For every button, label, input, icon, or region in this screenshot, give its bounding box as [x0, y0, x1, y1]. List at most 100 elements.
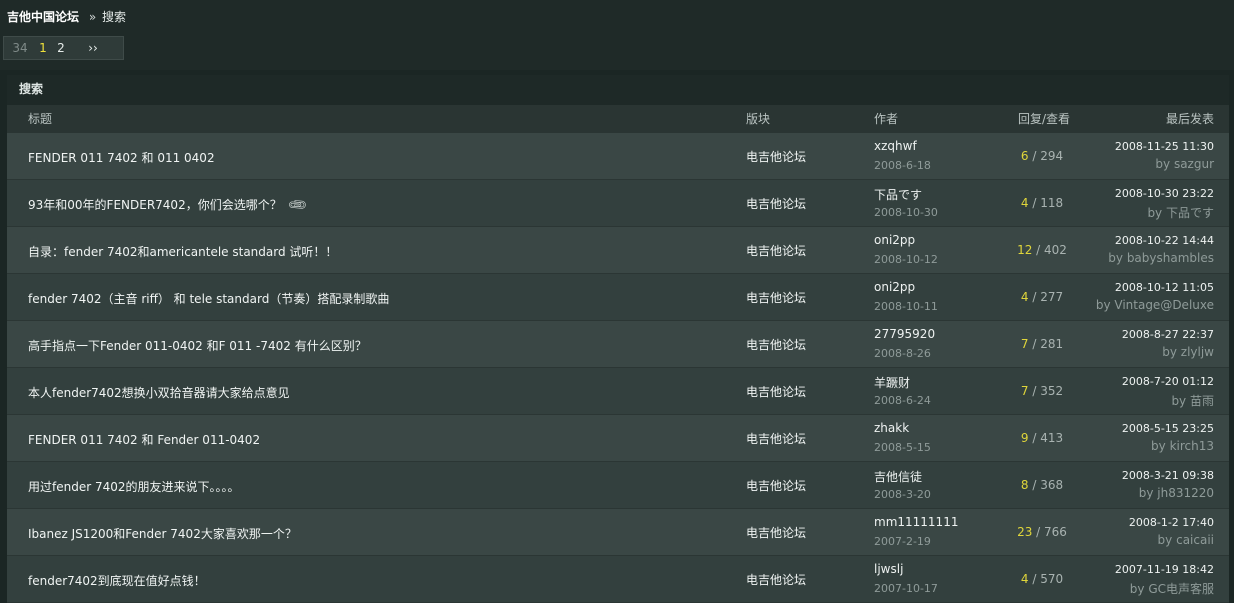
author-link[interactable]: oni2pp	[874, 280, 915, 294]
last-post-by: by sazgur	[1115, 157, 1214, 171]
forum-link[interactable]: 电吉他论坛	[746, 477, 806, 494]
last-post-time[interactable]: 2008-5-15 23:25	[1122, 422, 1214, 435]
last-poster-link[interactable]: GC电声客服	[1148, 582, 1214, 596]
last-post-time[interactable]: 2008-11-25 11:30	[1115, 140, 1214, 153]
last-post-cell: 2008-3-21 09:38 by jh831220	[1122, 469, 1214, 500]
thread-title-cell: Ibanez JS1200和Fender 7402大家喜欢那一个？	[28, 525, 297, 542]
col-stats-header: 回复/查看	[1018, 112, 1071, 126]
by-prefix: by	[1108, 251, 1127, 265]
post-date: 2008-5-15	[874, 441, 931, 454]
author-link[interactable]: 羊蹶财	[874, 374, 910, 391]
last-poster-link[interactable]: kirch13	[1170, 439, 1214, 453]
reply-count: 12	[1017, 243, 1033, 257]
forum-link[interactable]: 电吉他论坛	[746, 524, 806, 541]
thread-title-link[interactable]: fender 7402（主音 riff） 和 tele standard（节奏）…	[28, 292, 389, 306]
last-poster-link[interactable]: babyshambles	[1127, 251, 1214, 265]
last-post-by: by GC电声客服	[1115, 580, 1214, 597]
last-post-time[interactable]: 2008-10-12 11:05	[1096, 281, 1214, 294]
author-link[interactable]: 吉他信徒	[874, 468, 922, 485]
thread-title-link[interactable]: FENDER 011 7402 和 011 0402	[28, 151, 215, 165]
by-prefix: by	[1095, 298, 1115, 312]
thread-title-link[interactable]: 自录：fender 7402和americantele standard 试听！…	[28, 245, 337, 259]
table-header: 标题 版块 作者 回复/查看 最后发表	[7, 105, 1229, 133]
reply-count: 4	[1020, 196, 1029, 210]
view-count: 402	[1044, 243, 1067, 257]
reply-count: 8	[1020, 478, 1029, 492]
reply-view-stats: 4 / 277	[1007, 290, 1077, 304]
forum-link[interactable]: 电吉他论坛	[746, 336, 806, 353]
thread-title-link[interactable]: 高手指点一下Fender 011-0402 和F 011 -7402 有什么区别…	[28, 339, 367, 353]
next-page-button[interactable]: ››	[72, 41, 114, 55]
last-post-by: by babyshambles	[1108, 251, 1214, 265]
post-date: 2008-3-20	[874, 488, 931, 501]
author-link[interactable]: mm11111111	[874, 515, 958, 529]
forum-link[interactable]: 电吉他论坛	[746, 289, 806, 306]
table-row: fender 7402（主音 riff） 和 tele standard（节奏）…	[7, 274, 1229, 321]
author-link[interactable]: 下品です	[874, 186, 922, 203]
post-date: 2008-10-12	[874, 253, 938, 266]
last-poster-link[interactable]: Vintage@Deluxe	[1114, 298, 1214, 312]
last-post-time[interactable]: 2007-11-19 18:42	[1115, 563, 1214, 576]
last-post-cell: 2008-1-2 17:40 by caicaii	[1129, 516, 1214, 547]
by-prefix: by	[1171, 394, 1190, 408]
author-link[interactable]: 27795920	[874, 327, 935, 341]
last-post-time[interactable]: 2008-1-2 17:40	[1129, 516, 1214, 529]
thread-title-link[interactable]: FENDER 011 7402 和 Fender 011-0402	[28, 433, 260, 447]
forum-link[interactable]: 电吉他论坛	[746, 430, 806, 447]
table-row: Ibanez JS1200和Fender 7402大家喜欢那一个？ 电吉他论坛 mm…	[7, 509, 1229, 556]
reply-count: 4	[1020, 572, 1029, 586]
last-post-by: by Vintage@Deluxe	[1096, 298, 1214, 312]
forum-link[interactable]: 电吉他论坛	[746, 195, 806, 212]
author-link[interactable]: zhakk	[874, 421, 909, 435]
forum-link[interactable]: 电吉他论坛	[746, 383, 806, 400]
last-post-time[interactable]: 2008-3-21 09:38	[1122, 469, 1214, 482]
stats-separator: /	[1028, 149, 1041, 163]
thread-title-link[interactable]: 本人fender7402想换小双拾音器请大家给点意见	[28, 386, 290, 400]
last-poster-link[interactable]: 下品です	[1166, 206, 1214, 220]
last-post-cell: 2008-10-22 14:44 by babyshambles	[1108, 234, 1214, 265]
reply-view-stats: 6 / 294	[1007, 149, 1077, 163]
last-poster-link[interactable]: sazgur	[1174, 157, 1214, 171]
table-row: FENDER 011 7402 和 011 0402 电吉他论坛 xzqhwf 200…	[7, 133, 1229, 180]
thread-title-link[interactable]: Ibanez JS1200和Fender 7402大家喜欢那一个？	[28, 527, 297, 541]
last-post-time[interactable]: 2008-8-27 22:37	[1122, 328, 1214, 341]
reply-view-stats: 9 / 413	[1007, 431, 1077, 445]
thread-title-link[interactable]: 用过fender 7402的朋友进来说下。。。。	[28, 480, 240, 494]
forum-link[interactable]: 电吉他论坛	[746, 242, 806, 259]
reply-count: 7	[1020, 384, 1029, 398]
thread-title-link[interactable]: 93年和00年的FENDER7402，你们会选哪个？	[28, 198, 282, 212]
last-post-time[interactable]: 2008-10-30 23:22	[1115, 187, 1214, 200]
thread-title-cell: 用过fender 7402的朋友进来说下。。。。	[28, 478, 240, 495]
reply-view-stats: 4 / 118	[1007, 196, 1077, 210]
author-link[interactable]: oni2pp	[874, 233, 915, 247]
page-2-link[interactable]: 2	[50, 41, 72, 55]
results-list: FENDER 011 7402 和 011 0402 电吉他论坛 xzqhwf 200…	[7, 133, 1229, 603]
view-count: 368	[1040, 478, 1064, 492]
by-prefix: by	[1138, 486, 1158, 500]
forum-link[interactable]: 电吉他论坛	[746, 571, 806, 588]
by-prefix: by	[1147, 206, 1166, 220]
forum-link[interactable]: 电吉他论坛	[746, 148, 806, 165]
search-results-panel: 搜索 标题 版块 作者 回复/查看 最后发表 FENDER 011 7402 和…	[7, 75, 1229, 603]
last-post-by: by zlyljw	[1122, 345, 1214, 359]
thread-title-cell: FENDER 011 7402 和 011 0402	[28, 149, 215, 166]
last-poster-link[interactable]: jh831220	[1157, 486, 1214, 500]
last-post-time[interactable]: 2008-7-20 01:12	[1122, 375, 1214, 388]
view-count: 281	[1040, 337, 1064, 351]
last-post-time[interactable]: 2008-10-22 14:44	[1108, 234, 1214, 247]
view-count: 413	[1040, 431, 1064, 445]
table-row: 用过fender 7402的朋友进来说下。。。。 电吉他论坛 吉他信徒 2008-3-…	[7, 462, 1229, 509]
last-poster-link[interactable]: caicaii	[1176, 533, 1214, 547]
thread-title-link[interactable]: fender7402到底现在值好点钱！	[28, 574, 206, 588]
stats-separator: /	[1032, 243, 1045, 257]
author-link[interactable]: xzqhwf	[874, 139, 917, 153]
table-row: fender7402到底现在值好点钱！ 电吉他论坛 ljwslj 2007-10-17…	[7, 556, 1229, 603]
page-current: 1	[39, 41, 47, 55]
last-poster-link[interactable]: 苗雨	[1190, 394, 1214, 408]
author-link[interactable]: ljwslj	[874, 562, 903, 576]
breadcrumb-home-link[interactable]: 吉他中国论坛	[7, 10, 79, 24]
last-poster-link[interactable]: zlyljw	[1181, 345, 1214, 359]
panel-title: 搜索	[7, 75, 1229, 105]
post-date: 2008-10-11	[874, 300, 938, 313]
last-post-cell: 2008-10-12 11:05 by Vintage@Deluxe	[1096, 281, 1214, 312]
